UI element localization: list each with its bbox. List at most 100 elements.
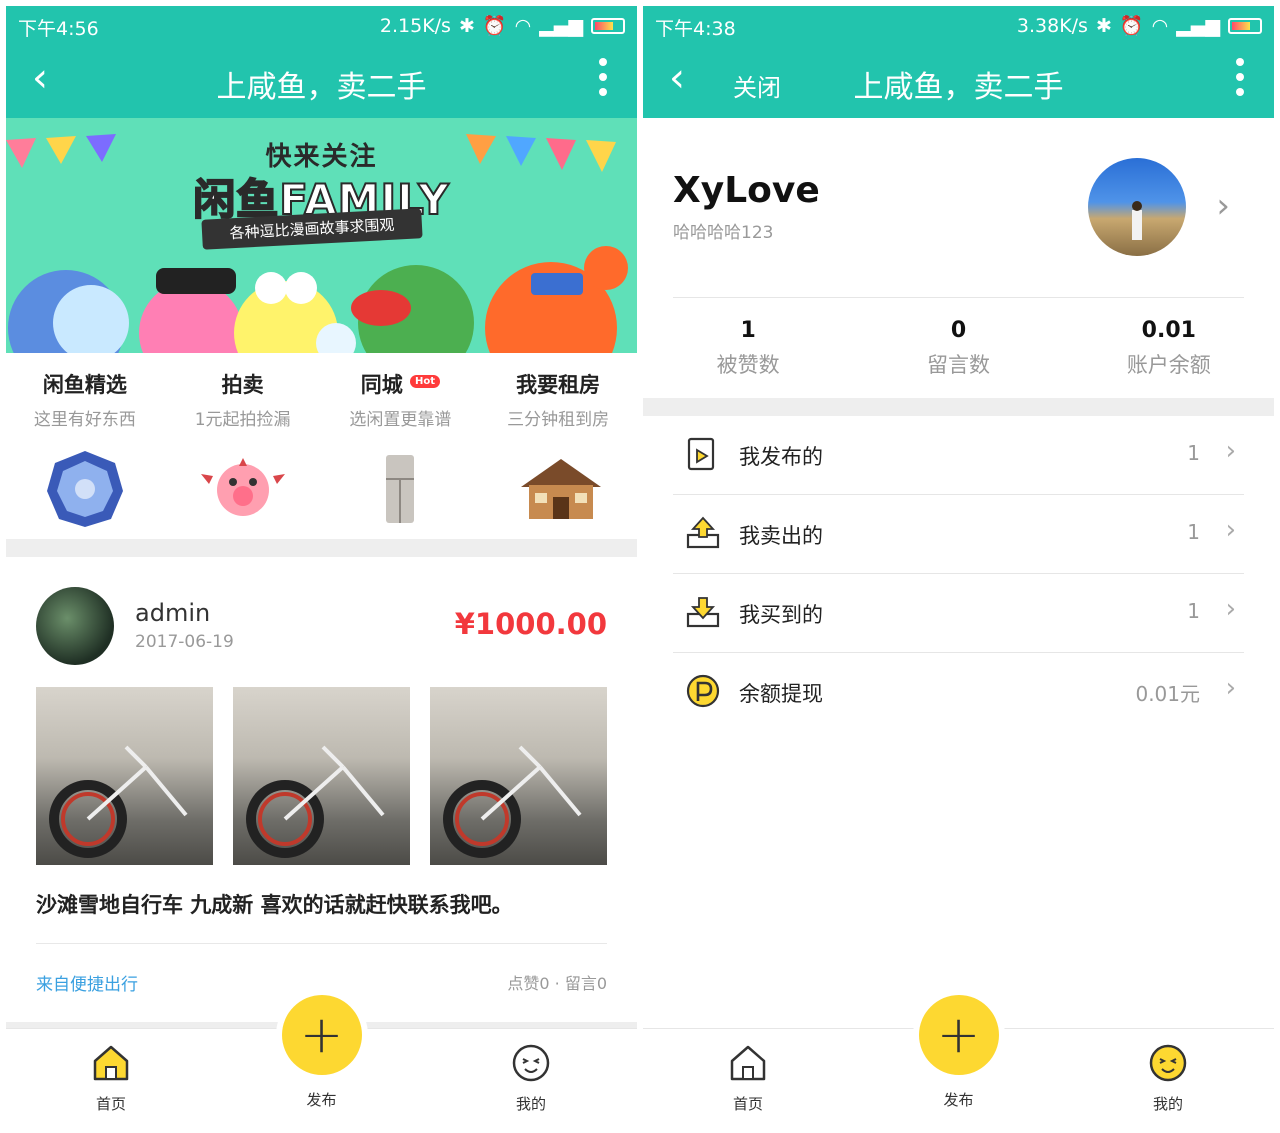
tab-publish[interactable]: 发布	[909, 1089, 1009, 1110]
chevron-right-icon: ›	[1216, 186, 1230, 226]
post-price: ¥1000.00	[454, 607, 607, 641]
alarm-icon: ⏰	[1119, 15, 1144, 37]
post-photo[interactable]	[430, 687, 607, 865]
chevron-right-icon: ›	[1225, 436, 1236, 466]
category-name: 闲鱼精选	[42, 373, 127, 397]
post-source-link[interactable]: 来自便捷出行	[36, 970, 138, 995]
counter-label: 账户余额	[1126, 353, 1211, 377]
category-local[interactable]: 同城 Hot 选闲置更靠谱	[322, 369, 480, 539]
signal-icon: ▂▄▆	[539, 14, 583, 37]
counter-likes[interactable]: 1 被赞数	[643, 298, 853, 398]
counter-balance[interactable]: 0.01 账户余额	[1064, 298, 1274, 398]
post-description: 沙滩雪地自行车 九成新 喜欢的话就赶快联系我吧。	[36, 889, 607, 944]
category-rent[interactable]: 我要租房 三分钟租到房	[479, 369, 637, 539]
menu-item-withdraw[interactable]: 余额提现 0.01元 ›	[673, 653, 1244, 732]
signal-icon: ▂▄▆	[1176, 14, 1220, 37]
menu-item-published[interactable]: 我发布的 1 ›	[673, 416, 1244, 495]
sold-icon	[686, 516, 720, 549]
withdraw-icon	[686, 674, 720, 708]
counter-value: 0	[950, 318, 967, 343]
publish-button[interactable]: +	[281, 995, 362, 1075]
pig-icon	[198, 448, 288, 530]
tab-label: 发布	[306, 1091, 337, 1109]
category-row: 闲鱼精选 这里有好东西 拍卖 1元起拍捡漏 同城 Hot 选闲置更靠谱 我要租房…	[6, 353, 637, 539]
counter-value: 1	[740, 318, 756, 343]
battery-icon	[591, 17, 625, 34]
home-icon	[698, 1041, 798, 1085]
post-card[interactable]: admin 2017-06-19 ¥1000.00 沙滩雪地自行车 九成新 喜欢…	[6, 557, 637, 1022]
category-name: 我要租房	[516, 373, 601, 397]
tab-bar: 首页 + 发布 我的	[643, 995, 1274, 1128]
network-speed: 3.38K/s	[1016, 14, 1088, 37]
tab-bar: 首页 + 发布 我的	[6, 995, 637, 1128]
counter-value: 0.01	[1141, 318, 1196, 343]
bought-icon	[686, 597, 720, 628]
counter-label: 被赞数	[716, 353, 780, 377]
chevron-right-icon: ›	[1225, 594, 1236, 624]
page-title: 上咸鱼，卖二手	[853, 70, 1064, 105]
more-icon[interactable]	[1236, 58, 1244, 96]
hot-badge: Hot	[410, 375, 441, 388]
tab-home[interactable]: 首页	[698, 1041, 798, 1114]
tab-mine[interactable]: 我的	[1118, 1041, 1218, 1114]
plus-icon: +	[936, 1005, 981, 1065]
post-photo[interactable]	[36, 687, 213, 865]
fridge-icon	[355, 448, 445, 530]
menu-item-value: 1	[1187, 441, 1200, 465]
status-time: 下午4:56	[18, 18, 99, 40]
profile-screen: 下午4:38 3.38K/s ✱ ⏰ ◠ ▂▄▆ ‹ 关闭 上咸鱼，卖二手 Xy…	[643, 6, 1274, 1128]
home-icon	[61, 1041, 161, 1085]
alarm-icon: ⏰	[482, 15, 507, 37]
status-time: 下午4:38	[655, 18, 736, 40]
home-screen: 下午4:56 2.15K/s ✱ ⏰ ◠ ▂▄▆ ‹ 上咸鱼，卖二手 快来关注 …	[6, 6, 637, 1128]
menu-item-sold[interactable]: 我卖出的 1 ›	[673, 495, 1244, 574]
menu-item-label: 余额提现	[739, 682, 823, 706]
tab-label: 首页	[732, 1095, 763, 1113]
face-icon	[481, 1041, 581, 1085]
post-photo[interactable]	[233, 687, 410, 865]
menu-item-label: 我卖出的	[739, 524, 823, 548]
tab-publish[interactable]: 发布	[272, 1089, 372, 1110]
menu-item-label: 我发布的	[739, 445, 823, 469]
more-icon[interactable]	[599, 58, 607, 96]
umbrella-icon	[40, 448, 130, 530]
profile-header[interactable]: XyLove 哈哈哈哈123 ›	[673, 118, 1244, 298]
menu-item-bought[interactable]: 我买到的 1 ›	[673, 574, 1244, 653]
profile-counters: 1 被赞数 0 留言数 0.01 账户余额	[643, 298, 1274, 398]
counter-label: 留言数	[926, 353, 990, 377]
tab-mine[interactable]: 我的	[481, 1041, 581, 1114]
nav-bar: ‹ 上咸鱼，卖二手	[6, 44, 637, 118]
post-username: admin	[135, 599, 211, 627]
menu-item-value: 0.01元	[1135, 682, 1200, 706]
banner[interactable]: 快来关注 闲鱼FAMILY 各种逗比漫画故事求围观	[6, 118, 637, 353]
profile-menu: 我发布的 1 › 我卖出的 1 › 我买到的 1 › 余额提现 0.01元 ›	[643, 416, 1274, 732]
category-featured[interactable]: 闲鱼精选 这里有好东西	[6, 369, 164, 539]
avatar[interactable]	[36, 587, 114, 665]
menu-item-value: 1	[1187, 599, 1200, 623]
face-icon	[1118, 1041, 1218, 1085]
category-name: 同城	[360, 373, 403, 397]
post-stats: 点赞0 · 留言0	[507, 974, 607, 993]
category-sub: 三分钟租到房	[507, 410, 610, 430]
status-bar: 下午4:38 3.38K/s ✱ ⏰ ◠ ▂▄▆	[643, 6, 1274, 44]
tab-label: 我的	[1152, 1095, 1183, 1113]
published-icon	[687, 437, 715, 471]
category-sub: 1元起拍捡漏	[194, 410, 291, 430]
category-auction[interactable]: 拍卖 1元起拍捡漏	[164, 369, 322, 539]
nav-bar: ‹ 关闭 上咸鱼，卖二手	[643, 44, 1274, 118]
profile-account: 哈哈哈哈123	[673, 223, 774, 243]
tab-home[interactable]: 首页	[61, 1041, 161, 1114]
profile-nickname: XyLove	[673, 170, 820, 211]
counter-comments[interactable]: 0 留言数	[853, 298, 1063, 398]
category-sub: 选闲置更靠谱	[349, 410, 452, 430]
house-icon	[513, 448, 603, 530]
battery-icon	[1228, 17, 1262, 34]
publish-button[interactable]: +	[918, 995, 999, 1075]
avatar[interactable]	[1088, 158, 1186, 256]
post-date: 2017-06-19	[135, 632, 234, 652]
wifi-icon: ◠	[514, 14, 532, 37]
wifi-icon: ◠	[1151, 14, 1169, 37]
plus-icon: +	[299, 1005, 344, 1065]
bluetooth-icon: ✱	[458, 14, 475, 37]
post-photos	[36, 687, 607, 865]
